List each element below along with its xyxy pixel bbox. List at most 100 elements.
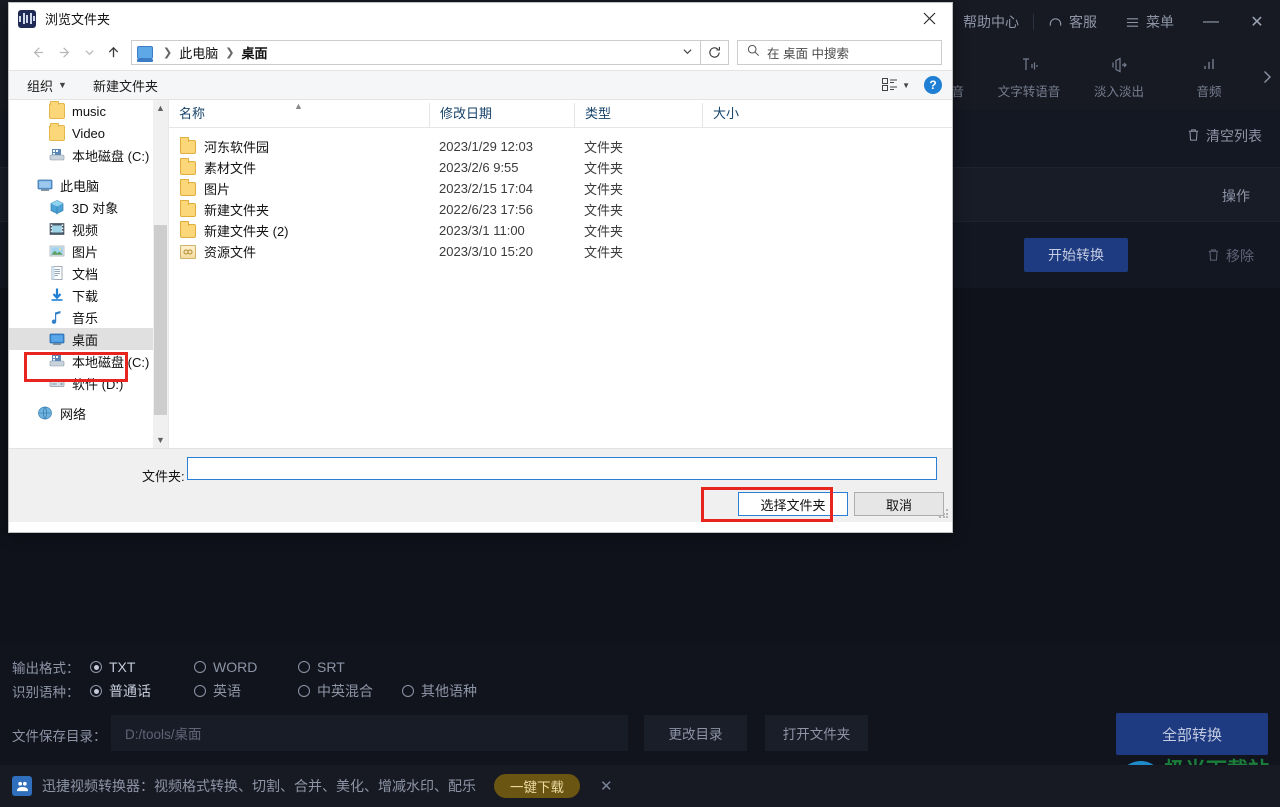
scroll-down-icon[interactable]: ▼: [153, 432, 168, 448]
hamburger-icon: [1125, 16, 1140, 29]
tree-item-this-pc[interactable]: 此电脑: [9, 174, 168, 196]
file-name-cell: 新建文件夹 (2): [169, 220, 429, 240]
organize-button[interactable]: 组织 ▼: [27, 76, 67, 95]
tree-item-local-disk-c[interactable]: 本地磁盘 (C:): [9, 144, 168, 166]
radio-word[interactable]: WORD: [194, 659, 298, 675]
language-label: 识别语种：: [12, 685, 80, 700]
address-bar[interactable]: ❯ 此电脑 ❯ 桌面: [131, 39, 701, 65]
file-type: 文件夹: [584, 182, 624, 197]
resize-grip[interactable]: [939, 509, 949, 519]
save-dir-input[interactable]: D:/tools/桌面: [111, 715, 628, 751]
table-row[interactable]: 资源文件 2023/3/10 15:20 文件夹: [169, 241, 952, 262]
up-button[interactable]: [99, 38, 127, 66]
ad-close-icon[interactable]: ✕: [600, 777, 613, 795]
table-row[interactable]: 素材文件 2023/2/6 9:55 文件夹: [169, 157, 952, 178]
3d-objects-icon: [49, 199, 65, 215]
breadcrumb-this-pc[interactable]: 此电脑: [177, 43, 220, 62]
column-operation-label: 操作: [1222, 188, 1250, 204]
minimize-button[interactable]: —: [1188, 0, 1234, 44]
tool-text-to-speech[interactable]: 文字转语音: [984, 44, 1074, 110]
column-header-size[interactable]: 大小: [702, 103, 812, 127]
radio-txt[interactable]: TXT: [90, 659, 194, 675]
cancel-button[interactable]: 取消: [854, 492, 944, 516]
start-convert-button[interactable]: 开始转换: [1024, 238, 1128, 272]
customer-service-button[interactable]: 客服: [1034, 0, 1111, 44]
select-folder-button[interactable]: 选择文件夹: [738, 492, 848, 516]
folder-icon: [49, 123, 65, 141]
scrollbar-thumb[interactable]: [154, 225, 167, 415]
column-header-modified[interactable]: 修改日期: [429, 103, 574, 127]
tree-item-downloads[interactable]: 下载: [9, 284, 168, 306]
radio-srt[interactable]: SRT: [298, 659, 345, 675]
radio-mandarin[interactable]: 普通话: [90, 681, 194, 701]
tree-item-desktop[interactable]: 桌面: [9, 328, 168, 350]
column-header-type[interactable]: 类型: [574, 103, 702, 127]
tree-item-pictures[interactable]: 图片: [9, 240, 168, 262]
sort-ascending-icon: ▲: [294, 101, 303, 111]
app-close-button[interactable]: ✕: [1234, 0, 1280, 44]
dialog-title: 浏览文件夹: [45, 12, 111, 27]
radio-label: 中英混合: [317, 683, 373, 699]
tree-item-3d-objects[interactable]: 3D 对象: [9, 196, 168, 218]
radio-other[interactable]: 其他语种: [402, 681, 477, 701]
file-name-cell: 素材文件: [169, 157, 429, 177]
forward-button[interactable]: [51, 38, 79, 66]
radio-label: 普通话: [109, 683, 151, 699]
column-header-name[interactable]: 名称 ▲: [169, 101, 429, 127]
tree-item-music-lib[interactable]: 音乐: [9, 306, 168, 328]
table-row[interactable]: 新建文件夹 (2) 2023/3/1 11:00 文件夹: [169, 220, 952, 241]
tool-fade[interactable]: 淡入淡出: [1074, 44, 1164, 110]
clear-list-button[interactable]: 清空列表: [1187, 126, 1262, 146]
remove-button[interactable]: 移除: [1207, 246, 1254, 266]
dialog-command-bar: 组织 ▼ 新建文件夹 ▼ ?: [9, 70, 952, 100]
menu-button[interactable]: 菜单: [1111, 0, 1188, 44]
tree-item-software-d[interactable]: 软件 (D:): [9, 372, 168, 394]
refresh-button[interactable]: [701, 39, 729, 65]
dialog-navbar: ❯ 此电脑 ❯ 桌面 在 桌面 中搜索: [9, 34, 952, 70]
remove-label: 移除: [1226, 248, 1254, 264]
tree-item-videos[interactable]: 视频: [9, 218, 168, 240]
table-row[interactable]: 河东软件园 2023/1/29 12:03 文件夹: [169, 136, 952, 157]
tree-item-label: 视频: [72, 222, 99, 238]
radio-mixed[interactable]: 中英混合: [298, 681, 402, 701]
chevron-down-icon[interactable]: [676, 47, 698, 58]
folder-path-input[interactable]: [187, 457, 937, 480]
search-input[interactable]: 在 桌面 中搜索: [737, 39, 942, 65]
toolbar-next-button[interactable]: [1254, 44, 1280, 110]
new-folder-button[interactable]: 新建文件夹: [93, 76, 158, 95]
tree-item-local-disk-c-2[interactable]: 本地磁盘 (C:): [9, 350, 168, 372]
tree-item-music[interactable]: music: [9, 100, 168, 122]
file-name: 新建文件夹: [204, 203, 270, 218]
open-folder-button[interactable]: 打开文件夹: [765, 715, 868, 751]
clear-list-label: 清空列表: [1206, 128, 1262, 144]
dialog-titlebar: 浏览文件夹: [9, 3, 952, 34]
change-view-button[interactable]: ▼: [882, 78, 910, 92]
table-row[interactable]: 新建文件夹 2022/6/23 17:56 文件夹: [169, 199, 952, 220]
app-titlebar-actions: 帮助中心 客服 菜单 — ✕: [949, 0, 1280, 44]
change-dir-button[interactable]: 更改目录: [644, 715, 747, 751]
folder-icon: [180, 178, 196, 196]
tree-item-network[interactable]: 网络: [9, 402, 168, 424]
ad-app-icon: [12, 776, 32, 796]
help-button[interactable]: ?: [924, 76, 942, 94]
convert-all-button[interactable]: 全部转换: [1116, 713, 1268, 755]
tool-audio[interactable]: 音频: [1164, 44, 1254, 110]
back-button[interactable]: [23, 38, 51, 66]
table-row[interactable]: 图片 2023/2/15 17:04 文件夹: [169, 178, 952, 199]
tree-item-documents[interactable]: 文档: [9, 262, 168, 284]
tree-item-video[interactable]: Video: [9, 122, 168, 144]
file-name-cell: 资源文件: [169, 242, 429, 261]
history-dropdown[interactable]: [79, 38, 99, 66]
radio-english[interactable]: 英语: [194, 681, 298, 701]
ad-download-button[interactable]: 一键下载: [494, 774, 580, 798]
dialog-close-button[interactable]: [906, 3, 952, 34]
scroll-up-icon[interactable]: ▲: [153, 100, 168, 116]
radio-dot: [194, 661, 206, 673]
desktop-icon: [49, 331, 65, 347]
breadcrumb-desktop[interactable]: 桌面: [239, 43, 269, 62]
radio-dot: [298, 661, 310, 673]
help-center-button[interactable]: 帮助中心: [949, 0, 1033, 44]
tree-scrollbar[interactable]: ▲ ▼: [153, 100, 168, 448]
radio-dot: [90, 661, 102, 673]
